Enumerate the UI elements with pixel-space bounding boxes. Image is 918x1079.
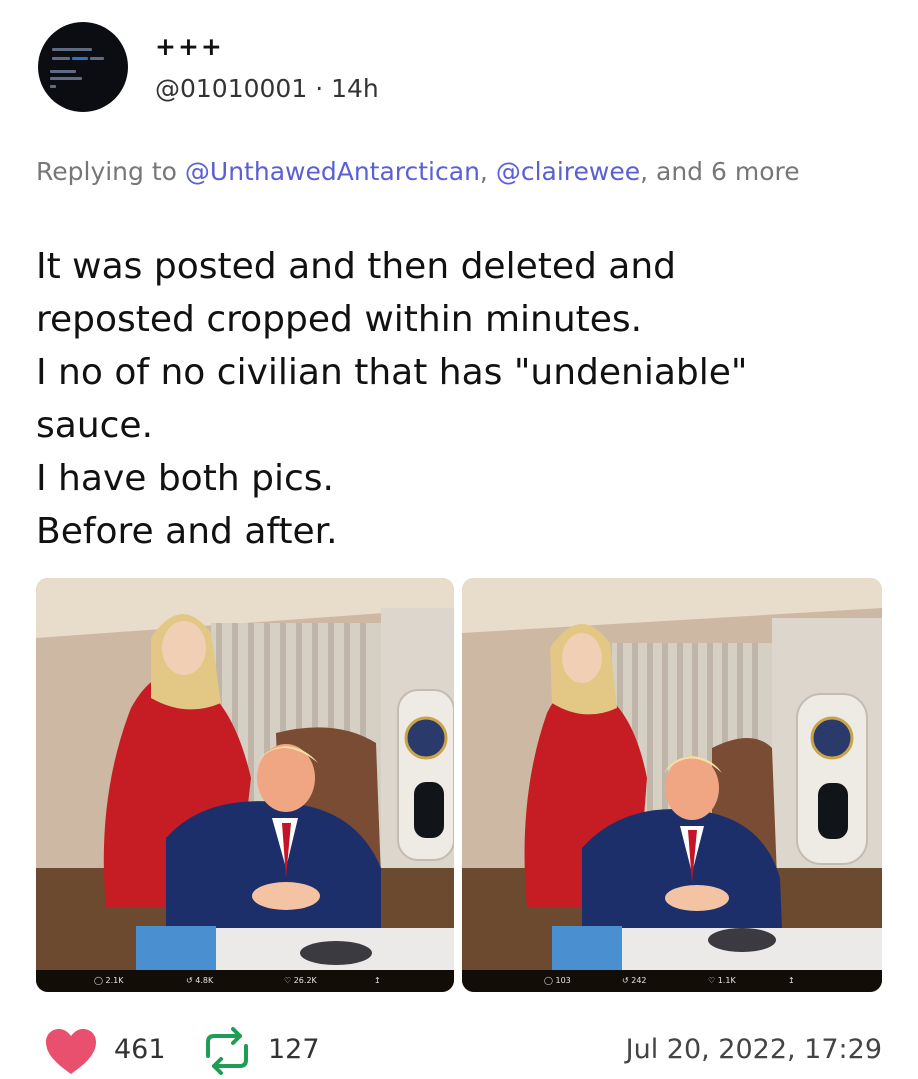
tweet-text-line: reposted cropped within minutes. [36, 299, 643, 340]
photo-share-icon: ↥ [374, 976, 381, 985]
display-name[interactable]: +++ [155, 32, 224, 61]
photo-reply-count: ◯ 2.1K [94, 976, 124, 985]
reply-context: Replying to @UnthawedAntarctican, @clair… [36, 150, 876, 194]
action-bar: 461 127 Jul 20, 2022, 17:29 [40, 1022, 890, 1078]
retweet-icon[interactable] [200, 1026, 254, 1076]
like-count[interactable]: 461 [114, 1034, 166, 1065]
photo-stats-bar: ◯ 103 ↺ 242 ♡ 1.1K ↥ [462, 970, 882, 992]
meta-separator: · [315, 74, 324, 103]
avatar[interactable] [38, 22, 128, 112]
tweet-meta: @01010001 · 14h [155, 74, 379, 103]
handle[interactable]: @01010001 [155, 74, 307, 103]
reply-separator: , [479, 157, 488, 186]
tweet-photo-before[interactable]: ◯ 2.1K ↺ 4.8K ♡ 26.2K ↥ [36, 578, 454, 992]
reply-more[interactable]: , and 6 more [640, 157, 800, 186]
photo-retweet-count: ↺ 242 [622, 976, 647, 985]
photo-reply-count: ◯ 103 [544, 976, 571, 985]
tweet-age[interactable]: 14h [331, 74, 379, 103]
tweet-text-line: I have both pics. [36, 458, 334, 499]
photo-illustration [462, 578, 882, 992]
retweet-count[interactable]: 127 [268, 1034, 320, 1065]
photo-like-count: ♡ 26.2K [284, 976, 317, 985]
photo-share-icon: ↥ [788, 976, 795, 985]
tweet-text-line: I no of no civilian that has "undeniable… [36, 352, 748, 393]
tweet-text-line: Before and after. [36, 511, 338, 552]
photo-stats-bar: ◯ 2.1K ↺ 4.8K ♡ 26.2K ↥ [36, 970, 454, 992]
tweet-text-line: sauce. [36, 405, 154, 446]
tweet-photo-after[interactable]: ◯ 103 ↺ 242 ♡ 1.1K ↥ [462, 578, 882, 992]
photo-retweet-count: ↺ 4.8K [186, 976, 214, 985]
tweet-text: It was posted and then deleted and repos… [36, 240, 896, 558]
photo-illustration [36, 578, 454, 992]
heart-icon[interactable] [44, 1028, 98, 1076]
tweet-timestamp[interactable]: Jul 20, 2022, 17:29 [626, 1034, 882, 1065]
mention-link[interactable]: @clairewee [496, 157, 640, 186]
tweet-text-line: It was posted and then deleted and [36, 246, 677, 287]
photo-like-count: ♡ 1.1K [708, 976, 736, 985]
reply-prefix: Replying to [36, 157, 177, 186]
mention-link[interactable]: @UnthawedAntarctican [185, 157, 480, 186]
